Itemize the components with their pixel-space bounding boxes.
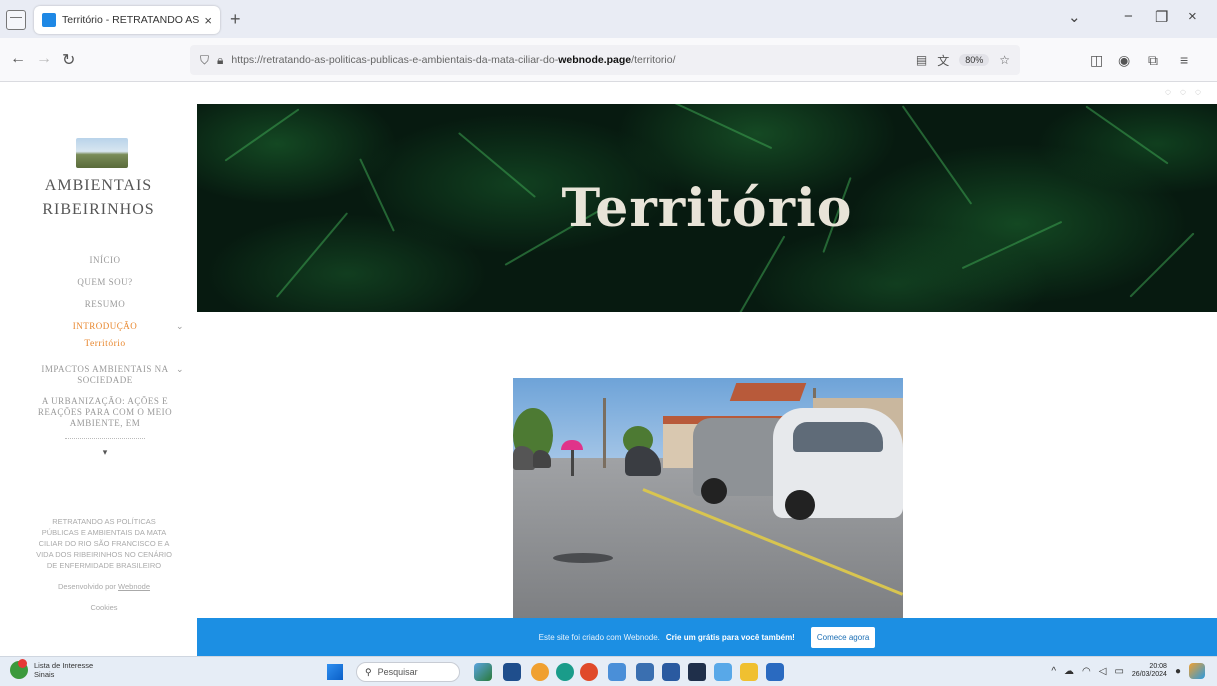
widgets-button[interactable]: Lista de Interesse Sinais bbox=[10, 659, 93, 679]
browser-tab[interactable]: Território - RETRATANDO AS P × bbox=[34, 6, 220, 34]
wifi-icon[interactable]: ◠ bbox=[1082, 666, 1091, 677]
chevron-up-icon[interactable]: ^ bbox=[1051, 666, 1056, 677]
shield-icon[interactable]: ⛉ bbox=[200, 53, 209, 68]
share-icon[interactable]: ◌ bbox=[1165, 87, 1171, 98]
site-menu: INÍCIO QUEM SOU? RESUMO INTRODUÇÃO ⌄ Terr… bbox=[30, 254, 184, 468]
task-view-icon[interactable] bbox=[503, 663, 521, 681]
hero-banner: Território bbox=[197, 104, 1217, 312]
extensions-icon[interactable]: ⧉ bbox=[1148, 52, 1158, 69]
account-icon[interactable]: ◉ bbox=[1118, 52, 1130, 69]
site-footer-text: RETRATANDO AS POLÍTICAS PÚBLICAS E AMBIE… bbox=[36, 517, 172, 570]
landscape-app-icon[interactable] bbox=[474, 663, 492, 681]
translate-icon[interactable]: 文 bbox=[937, 52, 949, 69]
window-close-button[interactable]: × bbox=[1188, 8, 1197, 25]
promo-text: Este site foi criado com Webnode. bbox=[538, 632, 660, 642]
menu-more-arrow-icon[interactable]: ▾ bbox=[30, 447, 180, 458]
forward-button[interactable]: → bbox=[36, 50, 52, 68]
calendar-icon[interactable] bbox=[714, 663, 732, 681]
menu-item-quem-sou[interactable]: QUEM SOU? bbox=[30, 276, 180, 288]
menu-item-inicio[interactable]: INÍCIO bbox=[30, 254, 180, 266]
social-icon[interactable]: ◌ bbox=[1180, 87, 1186, 98]
powered-by: Desenvolvido por Webnode bbox=[57, 582, 151, 591]
taskbar-search-input[interactable]: ⚲ Pesquisar bbox=[356, 662, 460, 682]
webnode-favicon-icon bbox=[42, 13, 56, 27]
restore-button[interactable]: ❐ bbox=[1155, 8, 1168, 26]
pocket-icon[interactable]: ◫ bbox=[1090, 52, 1103, 69]
clock[interactable]: 20:08 26/03/2024 bbox=[1132, 663, 1167, 679]
windows-taskbar: Lista de Interesse Sinais ⚲ Pesquisar ^ ☁ … bbox=[0, 656, 1217, 686]
system-tray: ^ ☁ ◠ ◁ ▭ 20:08 26/03/2024 ● bbox=[1051, 663, 1205, 679]
site-logo-image[interactable] bbox=[76, 138, 128, 168]
minimize-button[interactable]: − bbox=[1124, 8, 1133, 25]
start-now-button[interactable]: Comece agora bbox=[810, 626, 876, 648]
page-title: Território bbox=[561, 178, 853, 239]
menu-item-urbanizacao[interactable]: A URBANIZAÇÃO: AÇÕES E REAÇÕES PARA COM … bbox=[30, 396, 180, 429]
edge-icon[interactable] bbox=[556, 663, 574, 681]
webnode-promo-bar: Este site foi criado com Webnode. Crie u… bbox=[197, 618, 1217, 656]
site-name[interactable]: AMBIENTAIS RIBEIRINHOS bbox=[0, 174, 197, 222]
page-top-strip: ◌ ◌ ◌ bbox=[0, 82, 1217, 104]
street-photo bbox=[513, 378, 903, 618]
firefox-icon[interactable] bbox=[580, 663, 598, 681]
windows-start-icon[interactable] bbox=[327, 664, 343, 680]
widgets-icon bbox=[10, 659, 28, 679]
cloud-app-icon[interactable] bbox=[608, 663, 626, 681]
calculator-icon[interactable] bbox=[636, 663, 654, 681]
menu-item-resumo[interactable]: RESUMO bbox=[30, 298, 180, 310]
tab-title: Território - RETRATANDO AS P bbox=[62, 14, 201, 26]
file-explorer-icon[interactable] bbox=[740, 663, 758, 681]
app-circle-icon[interactable] bbox=[531, 663, 549, 681]
tab-close-icon[interactable]: × bbox=[204, 13, 212, 28]
reload-button[interactable]: ↻ bbox=[62, 50, 75, 70]
address-bar[interactable]: ⛉ 🔒︎ https://retratando-as-politicas-pub… bbox=[190, 45, 1020, 75]
zoom-level-badge[interactable]: 80% bbox=[959, 54, 990, 66]
chevron-down-icon[interactable]: ⌄ bbox=[176, 320, 184, 332]
battery-icon[interactable]: ▭ bbox=[1114, 666, 1123, 677]
menu-item-territorio[interactable]: Território bbox=[30, 338, 180, 350]
chevron-down-icon[interactable]: ⌄ bbox=[176, 364, 184, 375]
webnode-link[interactable]: Webnode bbox=[118, 582, 150, 591]
cloud-icon[interactable]: ☁ bbox=[1064, 666, 1074, 677]
promo-cta-link[interactable]: Crie um grátis para você também! bbox=[666, 633, 795, 642]
menu-divider bbox=[65, 433, 145, 439]
menu-item-impactos[interactable]: IMPACTOS AMBIENTAIS NA SOCIEDADE ⌄ bbox=[30, 364, 183, 386]
tabs-dropdown-icon[interactable]: ⌄ bbox=[1068, 8, 1081, 26]
copilot-icon[interactable] bbox=[1189, 663, 1205, 679]
menu-icon[interactable]: ≡ bbox=[1180, 52, 1188, 68]
bookmark-star-icon[interactable]: ☆ bbox=[999, 53, 1010, 67]
dropbox-icon[interactable] bbox=[688, 663, 706, 681]
tab-overview-icon[interactable] bbox=[6, 10, 26, 30]
search-icon: ⚲ bbox=[365, 666, 372, 677]
lock-icon[interactable]: 🔒︎ bbox=[217, 53, 223, 68]
site-sidebar: AMBIENTAIS RIBEIRINHOS INÍCIO QUEM SOU? … bbox=[0, 104, 197, 618]
browser-tab-bar: Território - RETRATANDO AS P × + ⌄ − ❐ × bbox=[0, 0, 1217, 38]
menu-item-introducao[interactable]: INTRODUÇÃO ⌄ bbox=[30, 320, 184, 332]
volume-icon[interactable]: ◁ bbox=[1099, 666, 1107, 677]
reader-view-icon[interactable]: ▤ bbox=[916, 53, 927, 67]
notification-icon[interactable]: ● bbox=[1175, 666, 1181, 677]
word-icon[interactable] bbox=[766, 663, 784, 681]
cookies-link[interactable]: Cookies bbox=[34, 602, 174, 613]
url-text: https://retratando-as-politicas-publicas… bbox=[231, 54, 676, 66]
main-content bbox=[197, 312, 1217, 618]
new-tab-button[interactable]: + bbox=[230, 9, 241, 30]
feed-icon[interactable]: ◌ bbox=[1195, 87, 1201, 98]
back-button[interactable]: ← bbox=[10, 50, 26, 68]
store-icon[interactable] bbox=[662, 663, 680, 681]
